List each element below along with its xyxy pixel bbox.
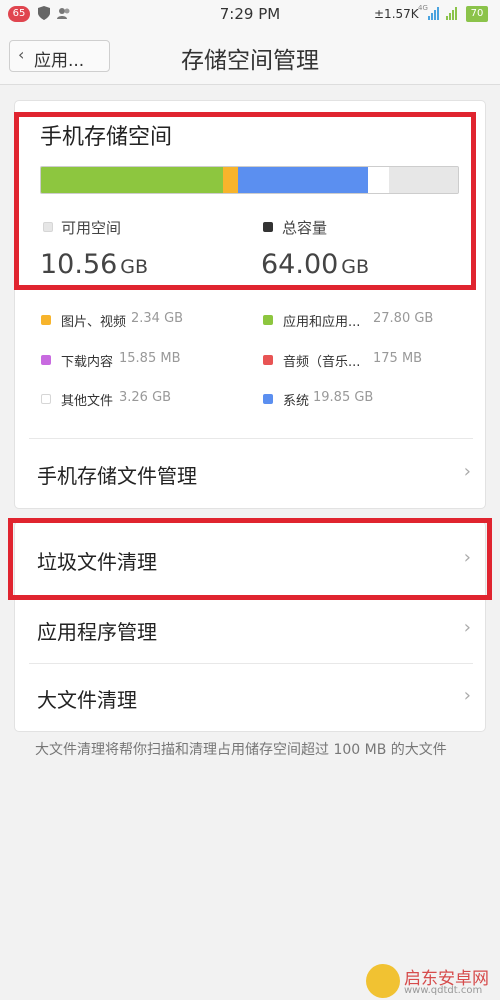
legend-name: 下载内容 [61,355,114,370]
storage-title: 手机存储空间 [40,125,173,150]
total-capacity-number: 64.00 [261,249,339,280]
file-manager-row[interactable]: 手机存储文件管理 › [15,439,485,508]
available-space-dot [43,222,53,232]
watermark-logo [366,964,400,998]
file-manager-label: 手机存储文件管理 [37,464,197,488]
chevron-right-icon: › [463,617,471,638]
legend-name: 音频（音乐... [283,355,361,370]
legend-size: 175 MB [373,351,423,366]
battery-indicator: 70 [466,6,488,22]
large-file-cleanup-row[interactable]: 大文件清理 › [15,664,485,731]
total-capacity-label: 总容量 [282,219,328,237]
large-file-cleanup-label: 大文件清理 [37,688,137,712]
wifi-signal-icon [446,5,462,21]
available-space-unit: GB [120,256,149,278]
tools-card: 垃圾文件清理 › 应用程序管理 › 大文件清理 › [14,521,486,732]
legend-name: 其他文件 [61,394,114,409]
legend-size: 3.26 GB [119,390,172,405]
status-bar: 65 7:29 PM ±1.57K 4G 70 [0,0,500,28]
available-space-label: 可用空间 [61,219,122,237]
legend-dot [41,394,51,404]
storage-usage-bar [40,166,459,194]
total-capacity-unit: GB [341,256,370,278]
legend-dot [263,315,273,325]
watermark-url: www.qdtdt.com [404,985,483,996]
storage-bar-segment [222,167,238,193]
legend-dot [263,355,273,365]
legend-size: 15.85 MB [119,351,181,366]
network-speed: ±1.57K [374,7,419,21]
page-title: 存储空间管理 [181,48,319,74]
storage-bar-segment [388,167,458,193]
total-capacity-value: 64.00 GB [261,249,369,280]
large-file-footnote: 大文件清理将帮你扫描和清理占用储存空间超过 100 MB 的大文件 [35,742,447,758]
signal-icon [428,5,444,21]
junk-cleanup-row[interactable]: 垃圾文件清理 › [15,522,485,596]
legend-name: 应用和应用... [283,315,361,330]
legend-dot [263,394,273,404]
app-manager-row[interactable]: 应用程序管理 › [15,596,485,664]
legend-name: 系统 [283,394,310,409]
storage-card: 手机存储空间 可用空间 10.56 GB 总容量 64.00 GB 图片、视频 2.… [14,100,486,509]
network-type: 4G [418,4,428,12]
app-manager-label: 应用程序管理 [37,620,157,644]
legend-dot [41,315,51,325]
legend-name: 图片、视频 [61,315,127,330]
title-bar: ‹ 应用... 存储空间管理 [0,28,500,85]
legend-dot [41,355,51,365]
storage-bar-segment [41,167,223,193]
legend-size: 19.85 GB [313,390,374,405]
chevron-right-icon: › [463,461,471,482]
chevron-right-icon: › [463,685,471,706]
available-space-number: 10.56 [40,249,118,280]
total-capacity-dot [263,222,273,232]
available-space-value: 10.56 GB [40,249,148,280]
storage-bar-segment [237,167,368,193]
junk-cleanup-label: 垃圾文件清理 [37,550,157,574]
chevron-right-icon: › [463,547,471,568]
legend-size: 27.80 GB [373,311,434,326]
storage-bar-segment [367,167,389,193]
legend-size: 2.34 GB [131,311,184,326]
